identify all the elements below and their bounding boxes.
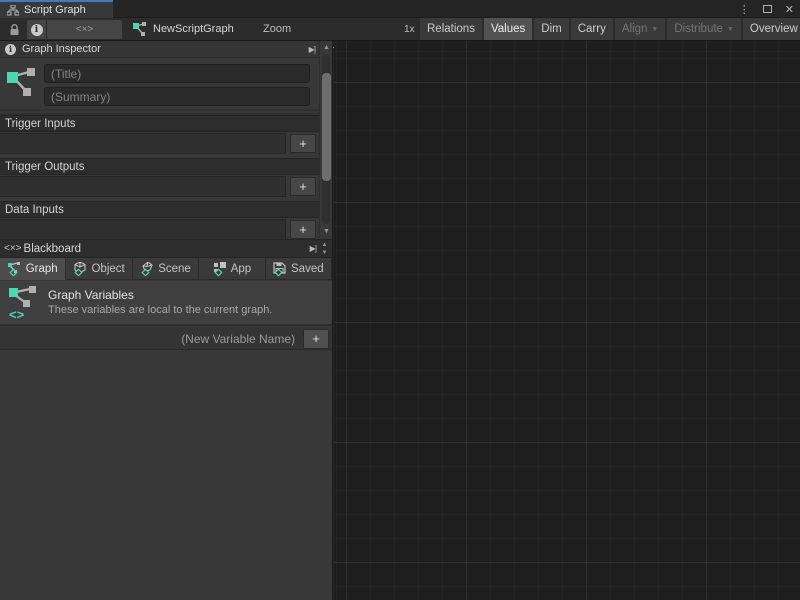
tab-script-graph[interactable]: Script Graph	[0, 0, 113, 18]
tab-scene[interactable]: Scene	[133, 258, 199, 280]
script-graph-icon	[133, 22, 147, 36]
graph-name[interactable]: NewScriptGraph	[133, 18, 234, 40]
graph-inspector-header: i Graph Inspector ▶]	[0, 41, 319, 58]
carry-button[interactable]: Carry	[571, 18, 613, 40]
tab-title: Script Graph	[24, 4, 86, 16]
section-header: Trigger Outputs	[0, 158, 319, 175]
scene-tab-icon	[140, 262, 154, 276]
info-icon: i	[5, 44, 16, 55]
dim-button[interactable]: Dim	[534, 18, 568, 40]
section-header: Data Inputs	[0, 201, 319, 218]
window-tab-bar: Script Graph ⋮ ✕	[0, 0, 800, 18]
section-row: +	[0, 218, 332, 240]
blackboard-tabs: Graph Object Scene	[0, 258, 332, 280]
lock-icon	[9, 24, 20, 36]
overview-button[interactable]: Overview	[743, 18, 800, 40]
align-dropdown[interactable]: Align ▼	[615, 18, 666, 40]
zoom-value: 1x	[404, 18, 415, 40]
svg-text:<>: <>	[9, 307, 25, 320]
variables-icon: <×>	[76, 24, 94, 35]
info-icon: i	[31, 24, 43, 36]
graph-node-icon	[6, 66, 38, 98]
toolbar-buttons: Relations Values Dim Carry Align ▼ Distr…	[420, 18, 800, 40]
lock-button[interactable]	[4, 21, 24, 38]
new-variable-input[interactable]	[0, 328, 303, 349]
section-row: +	[0, 132, 332, 154]
add-data-input-button[interactable]: +	[290, 220, 316, 239]
title-input[interactable]	[44, 64, 310, 83]
port-sections: Trigger Inputs + Trigger Outputs + Data …	[0, 115, 332, 244]
trigger-outputs-section: Trigger Outputs +	[0, 158, 332, 197]
add-variable-button[interactable]: +	[303, 329, 329, 349]
empty-list-field[interactable]	[0, 219, 286, 240]
blackboard-icon: <×>	[4, 243, 22, 254]
graph-tab-icon	[8, 262, 22, 276]
blackboard-header: <×> Blackboard ▶] ▲ ▼	[0, 239, 332, 258]
toolbar-toggle-group: i <×>	[27, 20, 122, 39]
section-header: Trigger Inputs	[0, 115, 319, 132]
new-variable-row: +	[0, 328, 332, 350]
section-row: +	[0, 175, 332, 197]
object-tab-icon	[73, 262, 87, 276]
graph-variables-header: <> Graph Variables These variables are l…	[0, 281, 332, 326]
dock-panel-icon[interactable]: ▶]	[309, 45, 315, 54]
values-button[interactable]: Values	[484, 18, 532, 40]
graph-name-label: NewScriptGraph	[153, 23, 234, 35]
graph-inspector-title: Graph Inspector	[22, 43, 101, 55]
add-trigger-output-button[interactable]: +	[290, 177, 316, 196]
chevron-down-icon: ▼	[727, 26, 734, 33]
tab-graph[interactable]: Graph	[0, 258, 66, 280]
tab-object[interactable]: Object	[66, 258, 132, 280]
tab-app[interactable]: App	[199, 258, 265, 280]
tab-saved[interactable]: Saved	[266, 258, 332, 280]
empty-list-field[interactable]	[0, 176, 286, 197]
add-trigger-input-button[interactable]: +	[290, 134, 316, 153]
trigger-inputs-section: Trigger Inputs +	[0, 115, 332, 154]
data-inputs-section: Data Inputs +	[0, 201, 332, 240]
window-controls: ⋮ ✕	[739, 0, 794, 18]
graph-variables-description: These variables are local to the current…	[48, 304, 272, 316]
zoom-label: Zoom	[263, 18, 291, 40]
graph-toolbar: i <×> NewScriptGraph Zoom 1x Relations V…	[0, 18, 800, 41]
distribute-dropdown[interactable]: Distribute ▼	[667, 18, 741, 40]
scroll-down-icon[interactable]: ▼	[322, 250, 328, 257]
scroll-up-icon[interactable]: ▲	[322, 242, 328, 249]
maximize-icon[interactable]	[763, 5, 772, 13]
empty-list-field[interactable]	[0, 133, 286, 154]
saved-tab-icon	[273, 262, 287, 276]
blackboard-toggle-button[interactable]: <×>	[47, 20, 122, 39]
graph-variables-title: Graph Variables	[48, 288, 134, 302]
blackboard-scroll-arrows[interactable]: ▲ ▼	[318, 240, 331, 259]
blackboard-title: Blackboard	[24, 243, 82, 255]
dock-panel-icon[interactable]: ▶]	[310, 244, 316, 253]
kebab-menu-icon[interactable]: ⋮	[739, 3, 750, 16]
close-icon[interactable]: ✕	[785, 3, 794, 16]
inspector-toggle-button[interactable]: i	[27, 20, 47, 39]
hierarchy-icon	[7, 5, 19, 16]
chevron-down-icon: ▼	[651, 26, 658, 33]
summary-input[interactable]	[44, 87, 310, 106]
scroll-up-icon[interactable]: ▲	[320, 44, 333, 51]
graph-canvas[interactable]	[334, 41, 800, 600]
side-panel: i Graph Inspector ▶] ▲ ▼ Trigger Inputs …	[0, 41, 333, 600]
app-tab-icon	[213, 262, 227, 276]
relations-button[interactable]: Relations	[420, 18, 482, 40]
graph-variables-icon: <>	[9, 286, 39, 320]
